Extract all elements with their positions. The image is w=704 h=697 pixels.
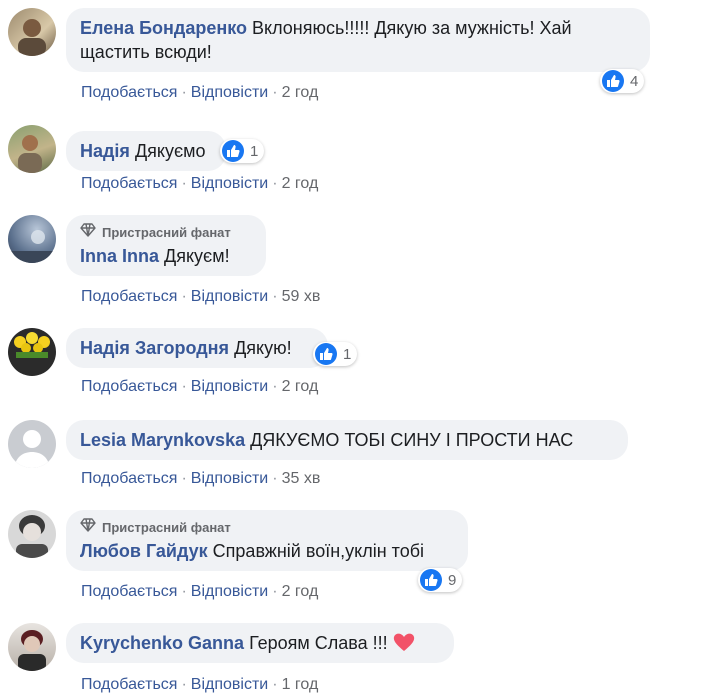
separator: ·	[181, 583, 187, 600]
comment-author[interactable]: Любов Гайдук	[80, 541, 208, 561]
separator: ·	[272, 175, 278, 192]
reaction-count[interactable]: 1	[313, 342, 358, 366]
comment-text: Дякуєм!	[164, 246, 230, 266]
comment-text: Справжній воїн,уклін тобі	[212, 541, 425, 561]
separator: ·	[181, 470, 187, 487]
comment-author[interactable]: Inna Inna	[80, 246, 159, 266]
comment-bubble: Пристрасний фанат Любов Гайдук Справжній…	[66, 510, 468, 571]
reaction-number: 4	[630, 72, 639, 90]
reply-link[interactable]: Відповісти	[191, 583, 268, 600]
diamond-icon	[80, 518, 96, 537]
avatar[interactable]	[8, 623, 56, 671]
separator: ·	[181, 676, 187, 693]
comment-text: Героям Слава !!!	[249, 633, 388, 653]
like-link[interactable]: Подобається	[81, 378, 177, 395]
heart-icon	[393, 633, 415, 653]
separator: ·	[272, 676, 278, 693]
like-link[interactable]: Подобається	[81, 470, 177, 487]
reply-link[interactable]: Відповісти	[191, 470, 268, 487]
reply-link[interactable]: Відповісти	[191, 378, 268, 395]
comment-bubble: Kyrychenko Ganna Героям Слава !!!	[66, 623, 454, 663]
reply-link[interactable]: Відповісти	[191, 175, 268, 192]
reply-link[interactable]: Відповісти	[191, 84, 268, 101]
separator: ·	[181, 378, 187, 395]
comment-actions: Подобається · Відповісти · 2 год	[81, 583, 318, 601]
reaction-count[interactable]: 9	[418, 568, 463, 592]
avatar[interactable]	[8, 510, 56, 558]
like-icon	[420, 569, 442, 591]
like-icon	[222, 140, 244, 162]
like-link[interactable]: Подобається	[81, 676, 177, 693]
comment-actions: Подобається · Відповісти · 2 год	[81, 175, 318, 193]
separator: ·	[181, 84, 187, 101]
comment-text: Дякуємо	[134, 141, 206, 161]
comment-time[interactable]: 2 год	[282, 175, 319, 192]
avatar[interactable]	[8, 328, 56, 376]
reaction-number: 9	[448, 571, 457, 589]
avatar[interactable]	[8, 125, 56, 173]
like-link[interactable]: Подобається	[81, 583, 177, 600]
comment-actions: Подобається · Відповісти · 35 хв	[81, 470, 320, 488]
comment-actions: Подобається · Відповісти · 2 год	[81, 378, 318, 396]
separator: ·	[272, 288, 278, 305]
comment-author[interactable]: Надія Загородня	[80, 338, 229, 358]
separator: ·	[272, 84, 278, 101]
comment-bubble: Пристрасний фанат Inna Inna Дякуєм!	[66, 215, 266, 276]
like-link[interactable]: Подобається	[81, 84, 177, 101]
fan-badge-label: Пристрасний фанат	[102, 519, 231, 535]
fan-badge-label: Пристрасний фанат	[102, 224, 231, 240]
fan-badge: Пристрасний фанат	[80, 518, 454, 537]
avatar[interactable]	[8, 420, 56, 468]
separator: ·	[272, 470, 278, 487]
comment-time[interactable]: 59 хв	[282, 288, 321, 305]
comment-time[interactable]: 1 год	[282, 676, 319, 693]
like-link[interactable]: Подобається	[81, 288, 177, 305]
comment-time[interactable]: 2 год	[282, 583, 319, 600]
comment-author[interactable]: Kyrychenko Ganna	[80, 633, 244, 653]
fan-badge: Пристрасний фанат	[80, 223, 252, 242]
comment-time[interactable]: 2 год	[282, 84, 319, 101]
comment-time[interactable]: 35 хв	[282, 470, 321, 487]
like-link[interactable]: Подобається	[81, 175, 177, 192]
comment-actions: Подобається · Відповісти · 59 хв	[81, 288, 320, 306]
separator: ·	[272, 583, 278, 600]
reply-link[interactable]: Відповісти	[191, 288, 268, 305]
comment-actions: Подобається · Відповісти · 2 год	[81, 84, 318, 102]
avatar[interactable]	[8, 215, 56, 263]
reaction-count[interactable]: 4	[600, 69, 645, 93]
diamond-icon	[80, 223, 96, 242]
reaction-number: 1	[250, 142, 259, 160]
separator: ·	[181, 288, 187, 305]
comment-actions: Подобається · Відповісти · 1 год	[81, 676, 318, 694]
comment-author[interactable]: Lesia Marynkovska	[80, 430, 245, 450]
avatar[interactable]	[8, 8, 56, 56]
separator: ·	[181, 175, 187, 192]
reaction-number: 1	[343, 345, 352, 363]
separator: ·	[272, 378, 278, 395]
like-icon	[315, 343, 337, 365]
comment-text: ДЯКУЄМО ТОБІ СИНУ І ПРОСТИ НАС	[250, 430, 574, 450]
comment-bubble: Надія Дякуємо	[66, 131, 226, 171]
comment-bubble: Lesia Marynkovska ДЯКУЄМО ТОБІ СИНУ І ПР…	[66, 420, 628, 460]
comment-bubble: Надія Загородня Дякую!	[66, 328, 328, 368]
comment-author[interactable]: Надія	[80, 141, 130, 161]
reaction-count[interactable]: 1	[220, 139, 265, 163]
like-icon	[602, 70, 624, 92]
comment-author[interactable]: Елена Бондаренко	[80, 18, 247, 38]
comment-time[interactable]: 2 год	[282, 378, 319, 395]
reply-link[interactable]: Відповісти	[191, 676, 268, 693]
comment-bubble: Елена Бондаренко Вклоняюсь!!!!! Дякую за…	[66, 8, 650, 72]
comment-text: Дякую!	[234, 338, 292, 358]
